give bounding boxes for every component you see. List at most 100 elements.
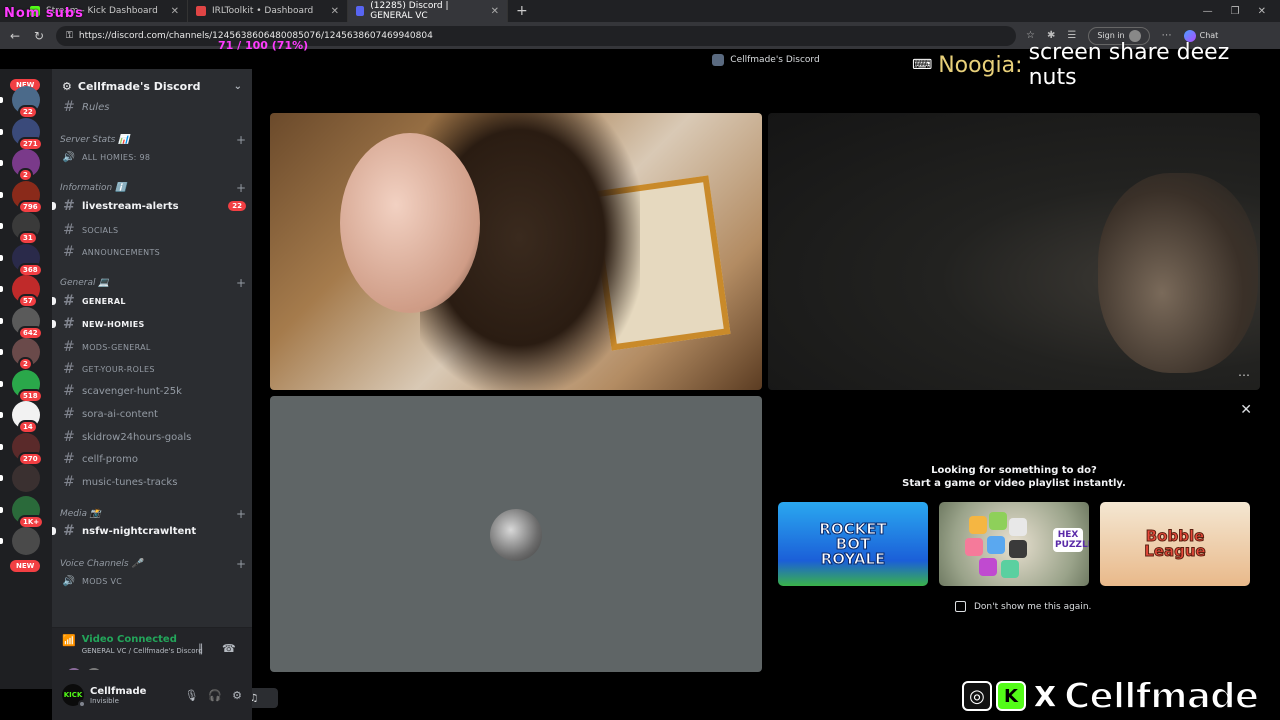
mention-badge: 22: [18, 105, 38, 119]
hex-tile: [1001, 560, 1019, 578]
channel-label: SOCIALS: [82, 225, 119, 235]
channel-label: cellf-promo: [82, 453, 139, 465]
dont-show-again[interactable]: Don't show me this again.: [955, 601, 1091, 612]
minimize-icon[interactable]: —: [1203, 6, 1213, 17]
disconnect-icon[interactable]: ☎: [222, 642, 236, 655]
url-field[interactable]: ⚿ https://discord.com/channels/124563860…: [56, 25, 1016, 46]
channel-socials[interactable]: # SOCIALS: [60, 220, 246, 240]
mention-count-badge: 22: [228, 201, 246, 211]
new-tab-button[interactable]: +: [508, 3, 536, 19]
hex-tile: [979, 558, 997, 576]
noise-suppression-icon[interactable]: ∥: [198, 642, 204, 655]
add-channel-icon[interactable]: +: [236, 557, 246, 571]
channel-all-homies-98[interactable]: 🔊 ALL HOMIES: 98: [60, 147, 246, 167]
game-card-bobble-league[interactable]: Bobble League: [1100, 502, 1250, 586]
channel-get-your-roles[interactable]: # GET-YOUR-ROLES: [60, 359, 246, 379]
channel-scavenger-hunt-25k[interactable]: # scavenger-hunt-25k: [60, 381, 246, 401]
channel-sora-ai-content[interactable]: # sora-ai-content: [60, 404, 246, 424]
close-icon[interactable]: ✕: [1240, 402, 1252, 418]
avatar-text: KICK: [63, 691, 83, 699]
more-options-icon[interactable]: ⋯: [1238, 368, 1250, 382]
category-header[interactable]: Media 📸 +: [60, 507, 246, 521]
category-header[interactable]: Server Stats 📊 +: [60, 133, 246, 147]
channel-livestream-alerts[interactable]: # livestream-alerts 22: [52, 196, 246, 216]
maximize-icon[interactable]: ❐: [1231, 6, 1240, 17]
add-channel-icon[interactable]: +: [236, 276, 246, 290]
close-icon[interactable]: ✕: [491, 6, 499, 17]
site-info-icon[interactable]: ⚿: [66, 31, 73, 41]
hash-icon: #: [63, 383, 75, 399]
channel-nsfw-nightcrawltent[interactable]: # nsfw-nightcrawltent: [52, 521, 246, 541]
unread-indicator: [0, 317, 3, 324]
close-window-icon[interactable]: ✕: [1258, 6, 1266, 17]
microphone-icon[interactable]: 🎙: [184, 689, 198, 702]
participant-tile-3[interactable]: [270, 396, 762, 672]
unread-indicator: [0, 286, 3, 292]
hash-icon: #: [63, 429, 75, 445]
tab-label: (12285) Discord | GENERAL VC: [370, 1, 449, 21]
server-icon[interactable]: [12, 464, 40, 492]
checkbox[interactable]: [955, 601, 966, 612]
add-channel-icon[interactable]: +: [236, 133, 246, 147]
hash-icon: #: [62, 244, 76, 260]
new-badge: NEW: [10, 560, 41, 572]
kick-logo-icon: K: [996, 681, 1026, 711]
voice-status-text[interactable]: Video Connected: [82, 634, 203, 645]
server-name: Cellfmade's Discord: [77, 79, 201, 93]
channel-label: Rules: [82, 101, 110, 113]
signal-icon: 📶: [62, 634, 76, 647]
video-tile-2[interactable]: ⋯: [768, 113, 1260, 390]
brand-name: Cellfmade: [1063, 675, 1260, 718]
channel-general[interactable]: # GENERAL: [52, 291, 246, 311]
mention-badge: 2: [18, 168, 33, 182]
speaker-icon: 🔊: [62, 151, 76, 163]
video-tile-1[interactable]: [270, 113, 762, 390]
channel-music-tunes-tracks[interactable]: # music-tunes-tracks: [60, 472, 246, 492]
hash-icon: #: [62, 361, 76, 377]
chevron-down-icon: ⌄: [233, 80, 242, 92]
reload-icon[interactable]: ↻: [32, 29, 46, 43]
channel-mods-vc[interactable]: 🔊 MODS VC: [60, 571, 246, 591]
channel-cellf-promo[interactable]: # cellf-promo: [60, 449, 246, 469]
game-card-rocket-bot-royale[interactable]: ROCKET BOT ROYALE: [778, 502, 928, 586]
hash-icon: #: [63, 474, 75, 490]
channel-new-homies[interactable]: # NEW-HOMIES: [52, 314, 246, 334]
game-card-hex-puzzle[interactable]: HEX PUZZLE: [939, 502, 1089, 586]
close-icon[interactable]: ✕: [171, 6, 179, 17]
user-name[interactable]: Cellfmade: [90, 686, 146, 697]
channel-label: MODS-GENERAL: [82, 342, 151, 352]
category-header[interactable]: General 💻 +: [60, 276, 246, 290]
close-icon[interactable]: ✕: [331, 6, 339, 17]
game-title: ROCKET BOT ROYALE: [819, 519, 887, 568]
unread-indicator: [0, 254, 3, 261]
mention-badge: 270: [18, 451, 43, 466]
channel-announcements[interactable]: # ANNOUNCEMENTS: [60, 242, 246, 262]
category-header[interactable]: Voice Channels 🎤 +: [60, 557, 246, 571]
mention-badge: 31: [18, 231, 38, 245]
headphones-icon[interactable]: 🎧: [208, 689, 222, 702]
stream-overlay-brand: ◎ K X Cellfmade: [962, 674, 1280, 718]
avatar[interactable]: KICK: [62, 684, 86, 708]
chat-message: screen share deez nuts: [1028, 40, 1230, 90]
activity-suggestion-panel: ✕ Looking for something to do? Start a g…: [768, 396, 1260, 672]
tab-irltoolkit[interactable]: IRLToolkit • Dashboard ✕: [188, 0, 348, 22]
add-channel-icon[interactable]: +: [236, 507, 246, 521]
channel-mods-general[interactable]: # MODS-GENERAL: [60, 337, 246, 357]
category-label: General 💻: [60, 278, 110, 288]
stream-overlay-goal: 71 / 100 (71%): [218, 39, 309, 52]
add-channel-icon[interactable]: +: [236, 181, 246, 195]
mention-badge: 271: [18, 136, 43, 151]
server-icon[interactable]: [12, 527, 40, 555]
back-icon[interactable]: ←: [8, 29, 22, 43]
stage-title: Cellfmade's Discord: [730, 55, 820, 65]
tab-discord[interactable]: (12285) Discord | GENERAL VC ✕: [348, 0, 508, 22]
hex-tile: [989, 512, 1007, 530]
mention-badge: 2: [18, 357, 33, 371]
activity-prompt: Looking for something to do? Start a gam…: [768, 464, 1260, 490]
settings-gear-icon[interactable]: ⚙: [232, 689, 242, 702]
video-face: [340, 133, 480, 313]
server-icon: [712, 54, 725, 66]
channel-rules[interactable]: # Rules: [60, 97, 246, 117]
channel-skidrow24hours-goals[interactable]: # skidrow24hours-goals: [60, 427, 246, 447]
category-header[interactable]: Information ℹ️ +: [60, 181, 246, 195]
